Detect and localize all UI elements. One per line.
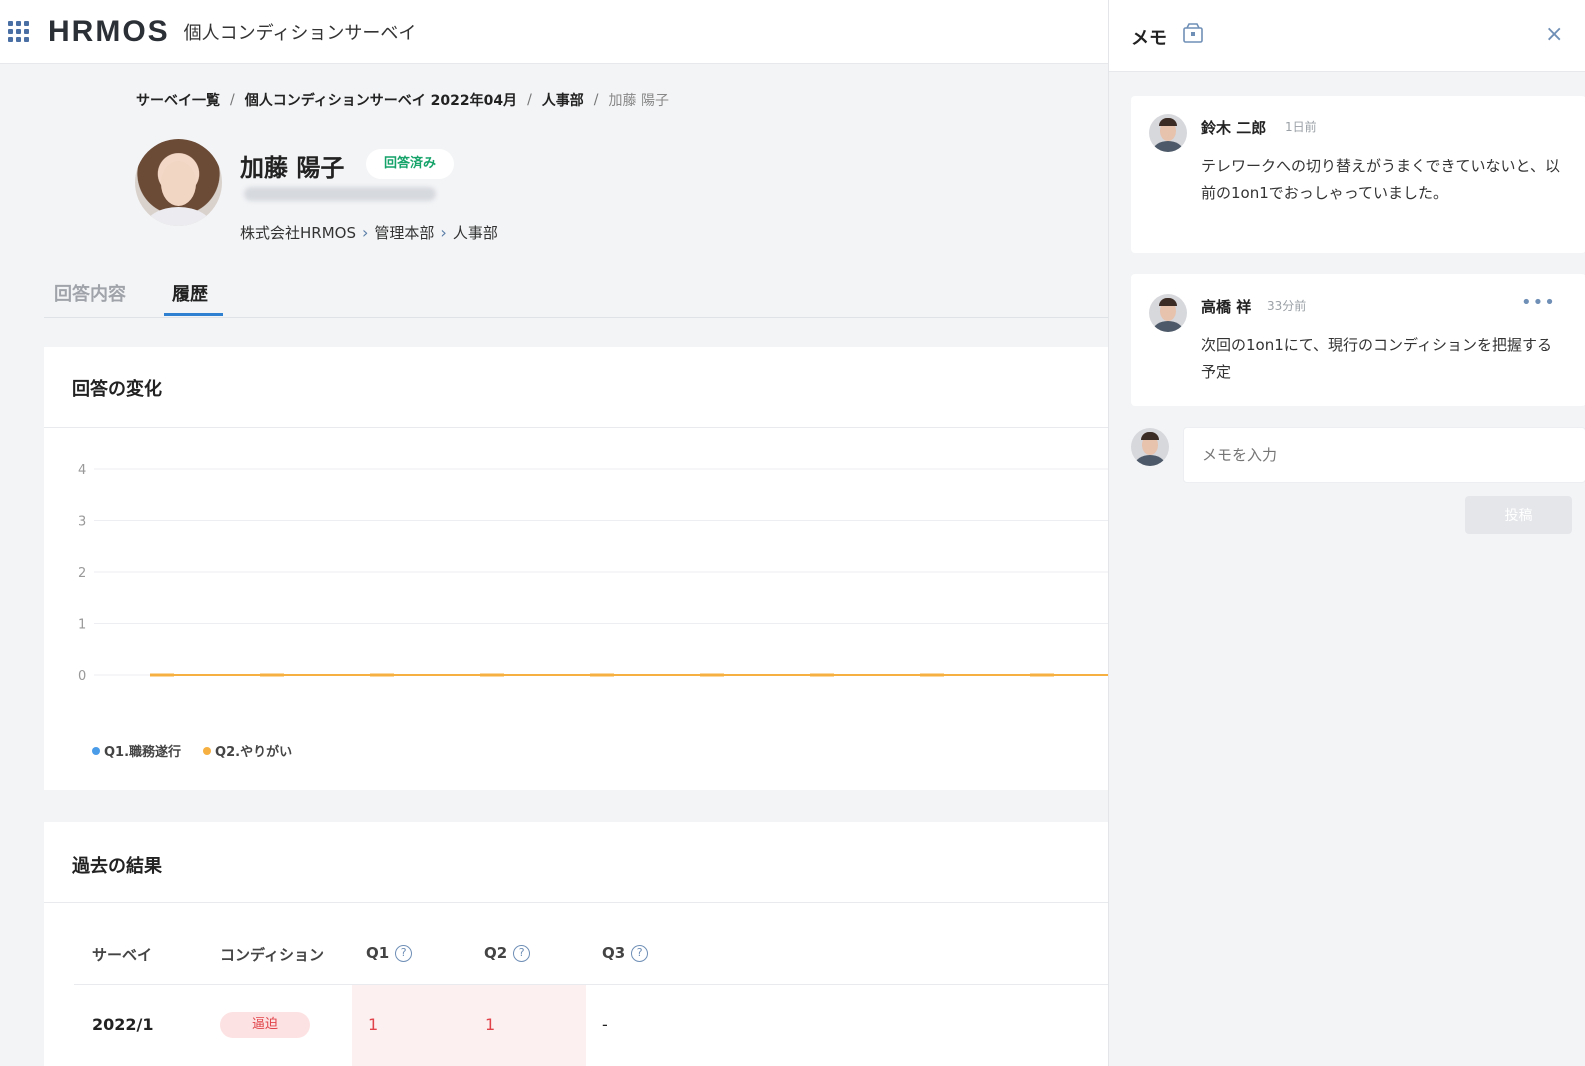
org-company: 株式会社HRMOS <box>240 224 356 242</box>
data-point <box>700 673 724 677</box>
data-point <box>370 673 394 677</box>
breadcrumb: サーベイ一覧 / 個人コンディションサーベイ 2022年04月 / 人事部 / … <box>136 90 669 110</box>
y-tick-label: 2 <box>78 566 86 581</box>
legend-label: Q2.やりがい <box>215 745 293 760</box>
data-point <box>590 673 614 677</box>
line-chart: 4 3 2 1 0 <box>78 463 1108 684</box>
legend-item-q2[interactable]: Q2.やりがい <box>203 741 292 760</box>
data-point <box>920 673 944 677</box>
org-division: 管理本部 <box>374 224 435 242</box>
logo[interactable]: HRMOS <box>48 15 170 49</box>
data-point <box>480 673 504 677</box>
memo-author: 高橋 祥 <box>1201 298 1252 316</box>
cell-q2: 1 <box>485 1015 496 1034</box>
avatar <box>135 139 222 226</box>
person-name: 加藤 陽子 <box>240 154 345 182</box>
app-grid-icon[interactable] <box>8 20 30 43</box>
y-tick-label: 4 <box>78 463 86 478</box>
breadcrumb-survey[interactable]: 個人コンディションサーベイ 2022年04月 <box>245 90 517 110</box>
post-button[interactable]: 投稿 <box>1465 496 1572 534</box>
close-icon[interactable]: × <box>1545 22 1563 47</box>
memo-text: テレワークへの切り替えがうまくできていないと、以前の1on1でおっしゃっていまし… <box>1201 157 1560 202</box>
chart-legend: Q1.職務遂行 Q2.やりがい <box>92 741 292 760</box>
memo-input[interactable] <box>1183 427 1585 483</box>
avatar <box>1149 114 1187 152</box>
row-divider <box>74 984 1108 985</box>
status-badge: 回答済み <box>366 149 455 179</box>
memo-card: 鈴木 二郎 1日前 テレワークへの切り替えがうまくできていないと、以前の1on1… <box>1131 96 1585 253</box>
memo-author: 鈴木 二郎 <box>1201 119 1267 137</box>
email-redacted <box>244 187 436 201</box>
divider <box>44 902 1108 903</box>
help-icon[interactable]: ? <box>631 944 649 962</box>
legend-dot <box>203 746 212 755</box>
chevron-right-icon: › <box>361 223 369 242</box>
app-title: 個人コンディションサーベイ <box>183 22 417 44</box>
memo-time: 33分前 <box>1267 299 1307 313</box>
y-tick-label: 1 <box>78 618 86 633</box>
column-header-q2: Q2? <box>484 944 531 962</box>
top-bar: HRMOS 個人コンディションサーベイ <box>0 0 1108 64</box>
data-point <box>260 673 284 677</box>
legend-dot <box>92 746 100 755</box>
tab-answers[interactable]: 回答内容 <box>54 280 126 306</box>
breadcrumb-separator: / <box>593 92 599 108</box>
cell-q3: - <box>602 1015 608 1034</box>
active-tab-indicator <box>164 313 223 316</box>
past-results-card: 過去の結果 サーベイ コンディション Q1? Q2? Q3? 2022/1 逼迫… <box>44 822 1108 1066</box>
more-options-icon[interactable]: ••• <box>1521 292 1556 313</box>
avatar <box>1149 294 1187 332</box>
breadcrumb-department[interactable]: 人事部 <box>542 90 584 110</box>
memo-panel: メモ × 鈴木 二郎 1日前 テレワークへの切り替えがうまくできていないと、以前… <box>1108 0 1585 1066</box>
data-point <box>810 673 834 677</box>
chevron-right-icon: › <box>440 223 447 242</box>
y-tick-label: 0 <box>78 669 86 684</box>
org-department: 人事部 <box>452 224 498 242</box>
column-header-survey: サーベイ <box>92 946 153 964</box>
answer-change-card: 回答の変化 4 3 2 1 0 Q1.職務遂行 Q2.やりがい <box>44 347 1108 790</box>
memo-time: 1日前 <box>1285 120 1317 134</box>
tab-history[interactable]: 履歴 <box>172 280 208 306</box>
memo-text: 次回の1on1にて、現行のコンディションを把握する予定 <box>1201 336 1552 381</box>
current-user-avatar <box>1131 428 1169 466</box>
cell-q1: 1 <box>368 1015 379 1034</box>
help-icon[interactable]: ? <box>513 944 531 962</box>
tab-bar: 回答内容 履歴 <box>44 270 1108 318</box>
legend-item-q1[interactable]: Q1.職務遂行 <box>92 741 181 760</box>
breadcrumb-survey-list[interactable]: サーベイ一覧 <box>136 90 220 110</box>
help-icon[interactable]: ? <box>395 944 413 962</box>
column-header-q1: Q1? <box>366 944 413 962</box>
legend-label: Q1.職務遂行 <box>104 745 182 760</box>
condition-badge: 逼迫 <box>220 1012 310 1038</box>
archive-icon[interactable] <box>1181 21 1205 45</box>
column-header-q3: Q3? <box>602 944 649 962</box>
column-header-condition: コンディション <box>220 946 324 964</box>
breadcrumb-separator: / <box>527 92 532 108</box>
card-title: 回答の変化 <box>72 379 162 400</box>
memo-header: メモ × <box>1109 0 1585 72</box>
breadcrumb-separator: / <box>230 92 235 108</box>
data-point <box>150 673 174 677</box>
cell-survey[interactable]: 2022/1 <box>92 1015 154 1034</box>
memo-title: メモ <box>1131 28 1167 49</box>
org-path: 株式会社HRMOS › 管理本部 › 人事部 <box>240 222 498 243</box>
highlight-cells <box>352 985 586 1066</box>
data-point <box>1030 673 1054 677</box>
memo-card: 高橋 祥 33分前 ••• 次回の1on1にて、現行のコンディションを把握する予… <box>1131 274 1585 406</box>
breadcrumb-current: 加藤 陽子 <box>608 93 669 109</box>
card-title: 過去の結果 <box>72 856 162 877</box>
y-tick-label: 3 <box>78 515 86 530</box>
